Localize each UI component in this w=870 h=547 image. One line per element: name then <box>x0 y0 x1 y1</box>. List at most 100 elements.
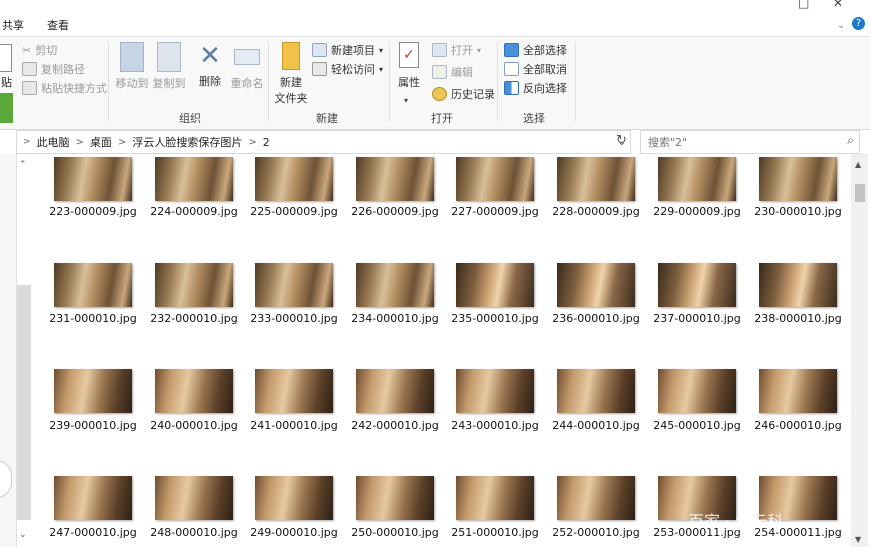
file-name[interactable]: 236-000010.jpg <box>546 312 646 325</box>
file-name[interactable]: 223-000009.jpg <box>43 205 143 218</box>
file-name[interactable]: 245-000010.jpg <box>647 419 747 432</box>
move-to-button[interactable]: 移动到 <box>114 42 150 91</box>
file-item[interactable]: 251-000010.jpg <box>445 476 545 546</box>
file-thumbnail[interactable] <box>557 476 635 520</box>
properties-button[interactable]: ✓ 属性 <box>395 42 423 90</box>
help-icon[interactable]: ? <box>852 17 865 30</box>
file-item[interactable]: 243-000010.jpg <box>445 369 545 439</box>
breadcrumb-current[interactable]: 2 <box>263 136 270 149</box>
select-all-button[interactable]: 全部选择 <box>504 42 567 58</box>
dropdown-arrow-icon[interactable]: ▾ <box>404 96 408 105</box>
file-thumbnail[interactable] <box>658 263 736 307</box>
file-thumbnail[interactable] <box>155 263 233 307</box>
file-thumbnail[interactable] <box>255 476 333 520</box>
file-item[interactable]: 248-000010.jpg <box>144 476 244 546</box>
file-item[interactable]: 245-000010.jpg <box>647 369 747 439</box>
file-thumbnail[interactable] <box>54 263 132 307</box>
scroll-thumb[interactable] <box>855 184 865 202</box>
file-thumbnail[interactable] <box>456 369 534 413</box>
file-name[interactable]: 247-000010.jpg <box>43 526 143 539</box>
file-item[interactable]: 244-000010.jpg <box>546 369 646 439</box>
file-name[interactable]: 228-000009.jpg <box>546 205 646 218</box>
file-thumbnail[interactable] <box>155 157 233 201</box>
file-thumbnail[interactable] <box>255 263 333 307</box>
file-name[interactable]: 243-000010.jpg <box>445 419 545 432</box>
open-button[interactable]: 打开 ▾ <box>432 42 481 58</box>
file-thumbnail[interactable] <box>759 369 837 413</box>
file-thumbnail[interactable] <box>54 369 132 413</box>
file-thumbnail[interactable] <box>759 263 837 307</box>
file-item[interactable]: 227-000009.jpg <box>445 157 545 227</box>
file-name[interactable]: 237-000010.jpg <box>647 312 747 325</box>
scroll-up-icon[interactable]: ▲ <box>855 160 861 169</box>
history-button[interactable]: 历史记录 <box>432 86 495 102</box>
file-thumbnail[interactable] <box>759 157 837 201</box>
file-thumbnail[interactable] <box>356 263 434 307</box>
file-item[interactable]: 231-000010.jpg <box>43 263 143 333</box>
address-bar[interactable]: > 此电脑 > 桌面 > 浮云人脸搜索保存图片 > 2 ⌄ <box>16 130 631 154</box>
breadcrumb-desktop[interactable]: 桌面 <box>90 134 112 150</box>
copy-path-button[interactable]: 复制路径 <box>22 61 85 77</box>
file-name[interactable]: 240-000010.jpg <box>144 419 244 432</box>
paste-button[interactable]: 贴 <box>1 74 12 90</box>
file-item[interactable]: 238-000010.jpg <box>748 263 848 333</box>
file-thumbnail[interactable] <box>155 369 233 413</box>
nav-scroll-thumb[interactable] <box>17 285 31 520</box>
copy-to-button[interactable]: 复制到 <box>151 42 187 91</box>
file-item[interactable]: 250-000010.jpg <box>345 476 445 546</box>
file-thumbnail[interactable] <box>456 263 534 307</box>
chevron-right-icon[interactable]: > <box>118 137 126 148</box>
file-item[interactable]: 223-000009.jpg <box>43 157 143 227</box>
file-name[interactable]: 227-000009.jpg <box>445 205 545 218</box>
file-item[interactable]: 235-000010.jpg <box>445 263 545 333</box>
new-folder-button[interactable]: 新建 文件夹 <box>273 42 309 106</box>
file-item[interactable]: 249-000010.jpg <box>244 476 344 546</box>
search-box[interactable]: ⌕ <box>640 130 860 154</box>
file-name[interactable]: 226-000009.jpg <box>345 205 445 218</box>
file-name[interactable]: 250-000010.jpg <box>345 526 445 539</box>
chevron-right-icon[interactable]: > <box>248 137 256 148</box>
file-name[interactable]: 246-000010.jpg <box>748 419 848 432</box>
file-name[interactable]: 232-000010.jpg <box>144 312 244 325</box>
file-item[interactable]: 229-000009.jpg <box>647 157 747 227</box>
file-thumbnail[interactable] <box>155 476 233 520</box>
file-thumbnail[interactable] <box>557 263 635 307</box>
file-name[interactable]: 235-000010.jpg <box>445 312 545 325</box>
file-item[interactable]: 232-000010.jpg <box>144 263 244 333</box>
file-thumbnail[interactable] <box>255 369 333 413</box>
easy-access-button[interactable]: 轻松访问 ▾ <box>312 61 383 77</box>
file-item[interactable]: 225-000009.jpg <box>244 157 344 227</box>
maximize-button[interactable]: □ <box>798 0 809 10</box>
file-thumbnail[interactable] <box>456 157 534 201</box>
file-item[interactable]: 252-000010.jpg <box>546 476 646 546</box>
refresh-icon[interactable]: ↻ <box>616 133 627 148</box>
file-thumbnail[interactable] <box>658 369 736 413</box>
tab-share[interactable]: 共享 <box>2 17 24 33</box>
file-item[interactable]: 241-000010.jpg <box>244 369 344 439</box>
nav-scroll-up-icon[interactable]: ⌃ <box>19 160 27 170</box>
file-name[interactable]: 248-000010.jpg <box>144 526 244 539</box>
file-item[interactable]: 240-000010.jpg <box>144 369 244 439</box>
file-item[interactable]: 230-000010.jpg <box>748 157 848 227</box>
file-thumbnail[interactable] <box>356 369 434 413</box>
file-thumbnail[interactable] <box>54 157 132 201</box>
file-item[interactable]: 233-000010.jpg <box>244 263 344 333</box>
file-name[interactable]: 238-000010.jpg <box>748 312 848 325</box>
paste-shortcut-button[interactable]: 粘贴快捷方式 <box>22 80 107 96</box>
file-item[interactable]: 247-000010.jpg <box>43 476 143 546</box>
file-name[interactable]: 229-000009.jpg <box>647 205 747 218</box>
file-name[interactable]: 233-000010.jpg <box>244 312 344 325</box>
file-thumbnail[interactable] <box>557 157 635 201</box>
file-thumbnail[interactable] <box>658 157 736 201</box>
breadcrumb-this-pc[interactable]: 此电脑 <box>37 134 70 150</box>
file-item[interactable]: 224-000009.jpg <box>144 157 244 227</box>
close-button[interactable]: ✕ <box>833 0 843 10</box>
chevron-right-icon[interactable]: > <box>76 137 84 148</box>
file-thumbnail[interactable] <box>54 476 132 520</box>
delete-button[interactable]: ✕ 删除 <box>192 42 228 89</box>
search-icon[interactable]: ⌕ <box>847 133 854 148</box>
scroll-down-icon[interactable]: ▼ <box>855 535 861 544</box>
tab-view[interactable]: 查看 <box>47 17 69 33</box>
file-thumbnail[interactable] <box>255 157 333 201</box>
cut-button[interactable]: ✂ 剪切 <box>22 42 57 58</box>
